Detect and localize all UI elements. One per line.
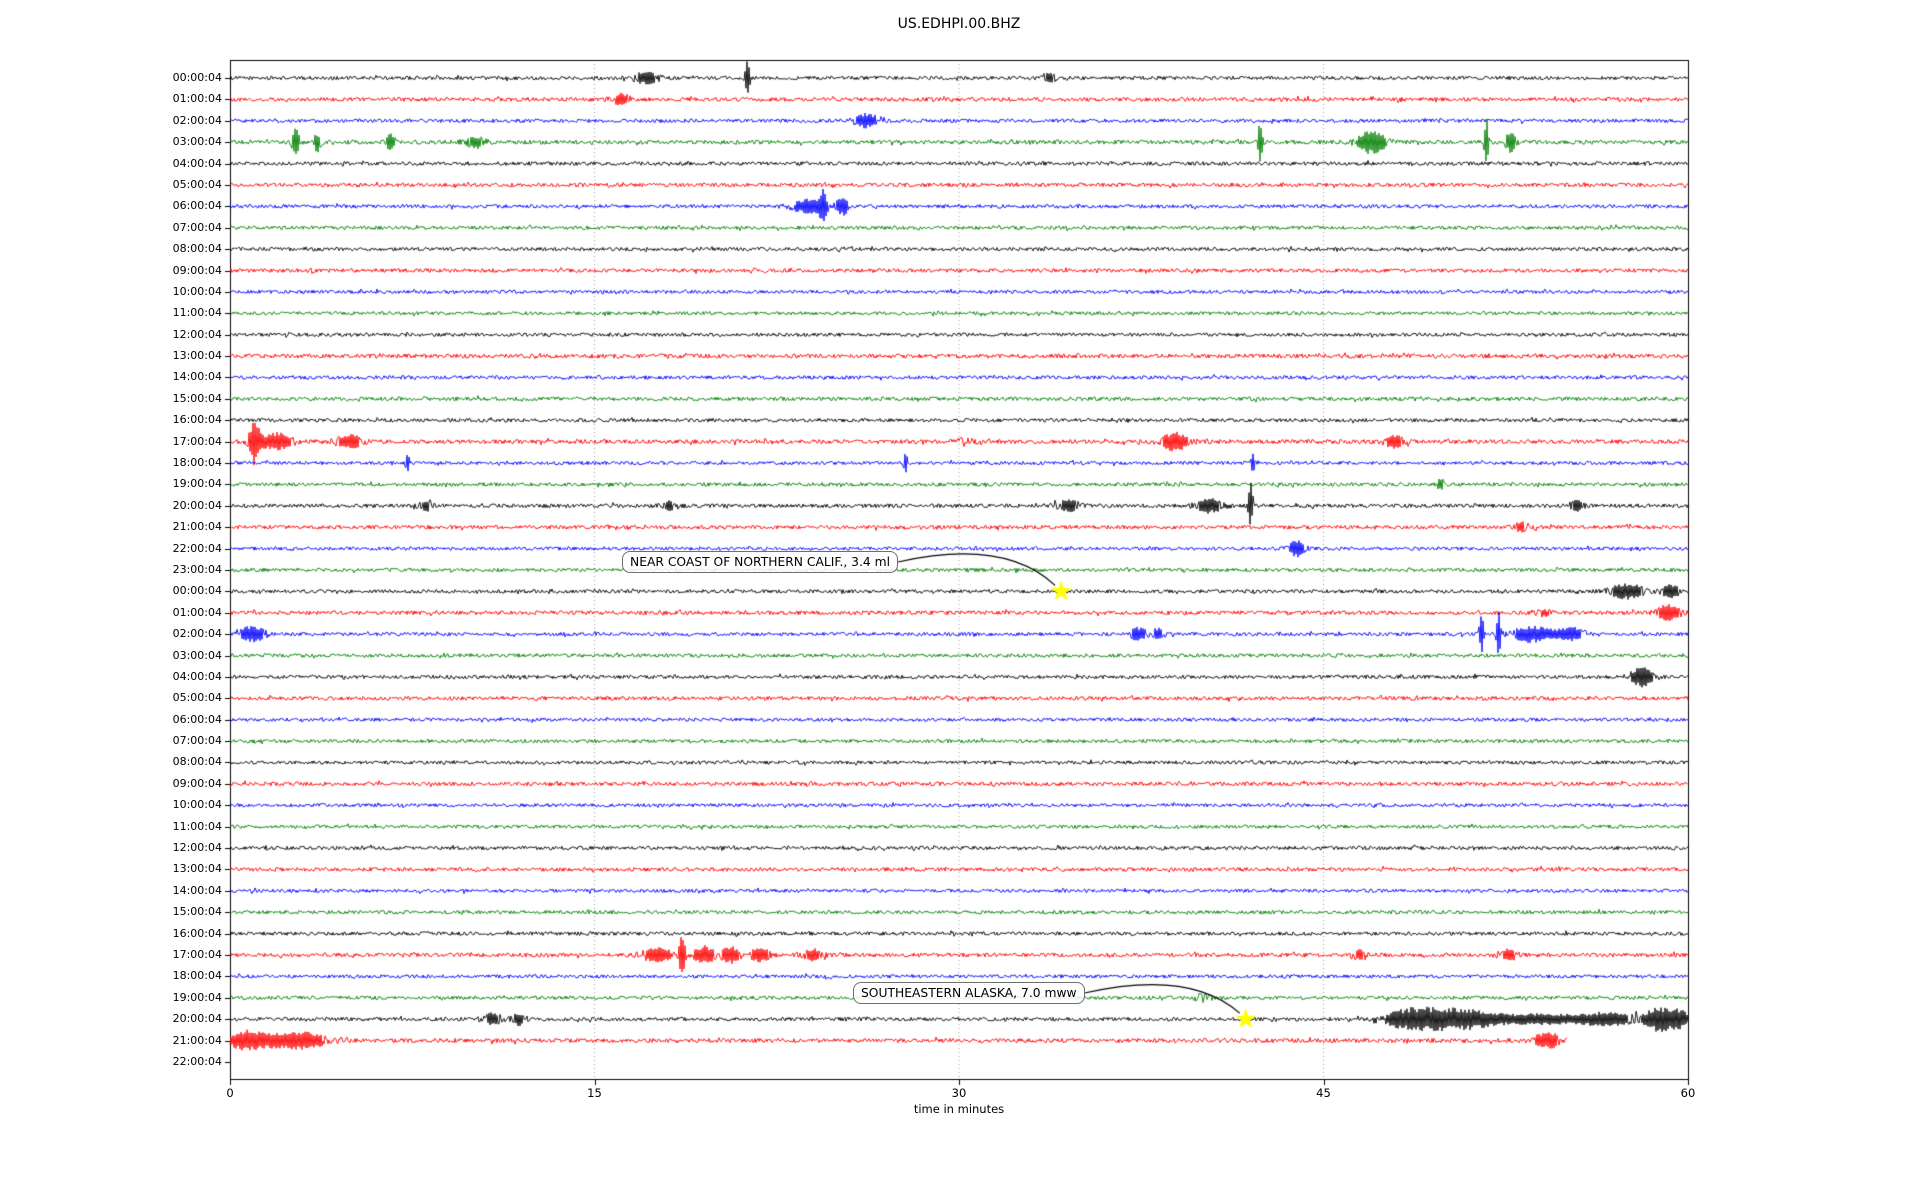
event-annotation: SOUTHEASTERN ALASKA, 7.0 mww <box>853 982 1085 1004</box>
y-tick-label: 11:00:04 <box>172 819 222 833</box>
y-tick-label: 22:00:04 <box>172 1054 222 1068</box>
y-tick-label: 23:00:04 <box>172 562 222 576</box>
x-tick-label: 15 <box>587 1086 602 1100</box>
x-tick-label: 60 <box>1680 1086 1696 1100</box>
y-tick-label: 13:00:04 <box>172 349 222 363</box>
y-tick-label: 02:00:04 <box>172 627 222 641</box>
y-tick-label: 00:00:04 <box>172 584 222 598</box>
y-tick-label: 01:00:04 <box>172 92 222 106</box>
y-tick-label: 15:00:04 <box>172 905 222 919</box>
y-tick-label: 13:00:04 <box>172 862 222 876</box>
x-axis-title: time in minutes <box>913 1102 1005 1116</box>
y-tick-label: 18:00:04 <box>172 969 222 983</box>
y-tick-label: 14:00:04 <box>172 883 222 897</box>
y-tick-label: 16:00:04 <box>172 413 222 427</box>
y-tick-label: 09:00:04 <box>172 263 222 277</box>
y-tick-label: 04:00:04 <box>172 669 222 683</box>
y-tick-label: 20:00:04 <box>172 498 222 512</box>
y-tick-label: 16:00:04 <box>172 926 222 940</box>
y-tick-label: 21:00:04 <box>172 1033 222 1047</box>
y-tick-label: 03:00:04 <box>172 135 222 149</box>
y-tick-label: 07:00:04 <box>172 734 222 748</box>
y-tick-label: 05:00:04 <box>172 691 222 705</box>
y-tick-label: 07:00:04 <box>172 220 222 234</box>
y-tick-label: 08:00:04 <box>172 242 222 256</box>
event-annotation: NEAR COAST OF NORTHERN CALIF., 3.4 ml <box>622 551 899 573</box>
y-tick-label: 01:00:04 <box>172 605 222 619</box>
y-tick-label: 02:00:04 <box>172 113 222 127</box>
y-tick-label: 19:00:04 <box>172 990 222 1004</box>
y-tick-label: 06:00:04 <box>172 199 222 213</box>
y-tick-label: 06:00:04 <box>172 712 222 726</box>
y-tick-label: 04:00:04 <box>172 156 222 170</box>
y-tick-label: 05:00:04 <box>172 177 222 191</box>
x-tick-label: 30 <box>951 1086 967 1100</box>
y-tick-label: 08:00:04 <box>172 755 222 769</box>
y-tick-label: 22:00:04 <box>172 541 222 555</box>
y-tick-label: 19:00:04 <box>172 477 222 491</box>
x-tick-label: 0 <box>226 1086 234 1100</box>
y-tick-label: 00:00:04 <box>172 71 222 84</box>
y-tick-label: 15:00:04 <box>172 391 222 405</box>
seismogram-canvas <box>0 0 1920 1200</box>
y-tick-label: 12:00:04 <box>172 841 222 855</box>
y-tick-label: 12:00:04 <box>172 327 222 341</box>
x-tick-label: 45 <box>1316 1086 1331 1100</box>
y-tick-label: 09:00:04 <box>172 776 222 790</box>
y-tick-label: 10:00:04 <box>172 798 222 812</box>
y-tick-label: 18:00:04 <box>172 456 222 470</box>
y-tick-label: 21:00:04 <box>172 520 222 534</box>
y-tick-label: 03:00:04 <box>172 648 222 662</box>
seismogram-figure: US.EDHPI.00.BHZ 00:00:04 01:00:04 02:00:04… <box>0 0 1920 1200</box>
y-tick-label: 14:00:04 <box>172 370 222 384</box>
chart-title: US.EDHPI.00.BHZ <box>897 16 1021 32</box>
y-tick-label: 10:00:04 <box>172 284 222 298</box>
y-tick-label: 11:00:04 <box>172 306 222 320</box>
y-tick-label: 17:00:04 <box>172 434 222 448</box>
y-tick-label: 20:00:04 <box>172 1012 222 1026</box>
y-tick-label: 17:00:04 <box>172 947 222 961</box>
